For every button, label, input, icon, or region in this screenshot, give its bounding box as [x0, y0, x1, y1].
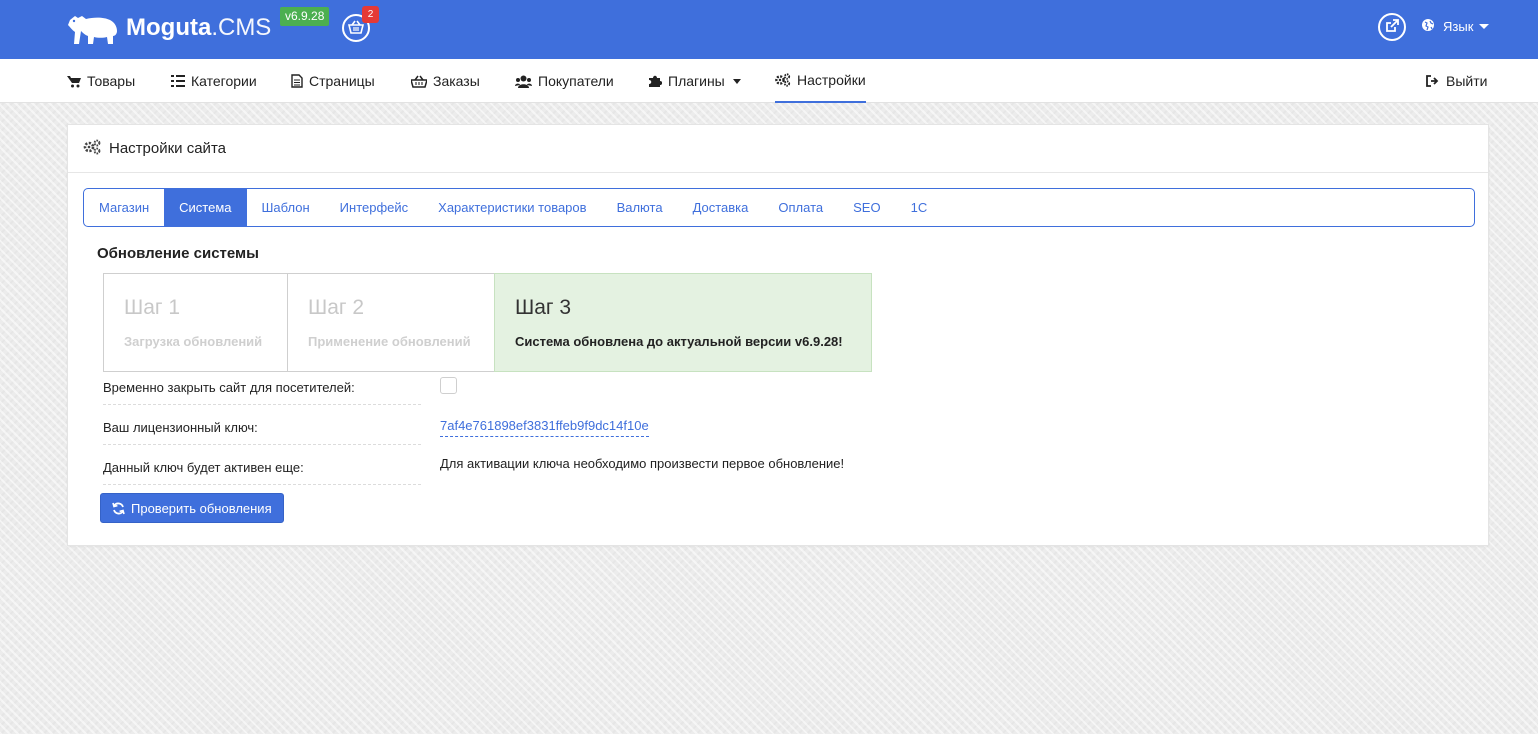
close-site-label: Временно закрыть сайт для посетителей: [103, 380, 355, 395]
tab-1c[interactable]: 1С [896, 189, 943, 226]
update-step-3: Шаг 3 Система обновлена до актуальной ве… [494, 273, 872, 372]
update-step-2: Шаг 2 Применение обновлений [287, 273, 495, 372]
version-badge: v6.9.28 [280, 7, 330, 26]
tab-interface[interactable]: Интерфейс [325, 189, 423, 226]
nav-label: Заказы [433, 73, 480, 89]
nav-item-settings[interactable]: Настройки [775, 59, 866, 103]
language-dropdown[interactable]: Язык [1421, 18, 1490, 35]
step-description: Применение обновлений [308, 334, 471, 349]
update-steps: Шаг 1 Загрузка обновлений Шаг 2 Применен… [103, 273, 872, 372]
nav-label: Страницы [309, 73, 375, 89]
tab-system[interactable]: Система [164, 189, 247, 226]
main-navigation: Товары Категории Страницы Заказы Покупат… [0, 59, 1538, 103]
logout-button[interactable]: Выйти [1426, 59, 1487, 103]
users-icon [515, 75, 532, 88]
key-active-label: Данный ключ будет активен еще: [103, 460, 304, 475]
external-link-icon [1385, 18, 1399, 36]
nav-label: Плагины [668, 73, 725, 89]
cart-count-badge: 2 [362, 6, 379, 23]
check-updates-button[interactable]: Проверить обновления [100, 493, 284, 523]
close-site-row: Временно закрыть сайт для посетителей: [103, 377, 421, 405]
top-bar: Moguta.CMS v6.9.28 2 Язык [0, 0, 1538, 59]
tab-currency[interactable]: Валюта [602, 189, 678, 226]
step-title: Шаг 2 [308, 296, 365, 319]
logout-label: Выйти [1446, 73, 1488, 89]
basket-icon [411, 75, 427, 88]
brand-logo[interactable]: Moguta.CMS [66, 10, 271, 46]
sign-out-icon [1426, 75, 1440, 87]
tab-payment[interactable]: Оплата [763, 189, 838, 226]
nav-item-products[interactable]: Товары [67, 59, 135, 103]
nav-label: Товары [87, 73, 136, 89]
system-update-heading: Обновление системы [97, 245, 259, 262]
nav-item-categories[interactable]: Категории [171, 59, 257, 103]
basket-icon [347, 20, 365, 37]
tab-shop[interactable]: Магазин [84, 189, 164, 226]
settings-tabs: Магазин Система Шаблон Интерфейс Характе… [83, 188, 1475, 227]
globe-icon [1421, 18, 1435, 35]
bear-logo-icon [66, 10, 120, 46]
site-settings-panel: Настройки сайта Магазин Система Шаблон И… [67, 124, 1489, 546]
nav-label: Категории [191, 73, 257, 89]
brand-name-bold: Moguta [126, 14, 212, 41]
license-key-value[interactable]: 7af4e761898ef3831ffeb9f9dc14f10e [440, 418, 649, 437]
step-description: Загрузка обновлений [124, 334, 263, 349]
nav-item-customers[interactable]: Покупатели [515, 59, 614, 103]
nav-item-plugins[interactable]: Плагины [648, 59, 741, 103]
tab-delivery[interactable]: Доставка [678, 189, 764, 226]
refresh-icon [112, 502, 125, 515]
gears-icon [83, 139, 101, 158]
cart-icon [67, 75, 81, 88]
close-site-checkbox[interactable] [440, 377, 457, 394]
nav-label: Покупатели [538, 73, 614, 89]
chevron-down-icon [1479, 24, 1490, 29]
activation-note: Для активации ключа необходимо произвест… [440, 456, 845, 471]
check-updates-label: Проверить обновления [131, 500, 272, 516]
step-title: Шаг 3 [515, 296, 572, 319]
chevron-down-icon [732, 78, 741, 84]
tab-seo[interactable]: SEO [838, 189, 895, 226]
license-key-row: Ваш лицензионный ключ: [103, 417, 421, 445]
nav-item-orders[interactable]: Заказы [411, 59, 480, 103]
language-label: Язык [1443, 19, 1474, 34]
key-active-row: Данный ключ будет активен еще: [103, 457, 421, 485]
puzzle-icon [648, 74, 662, 88]
open-site-button[interactable] [1378, 13, 1406, 41]
step-title: Шаг 1 [124, 296, 181, 319]
step-description: Система обновлена до актуальной версии v… [515, 334, 843, 349]
gears-icon [775, 73, 791, 87]
panel-title: Настройки сайта [109, 140, 226, 157]
panel-header: Настройки сайта [68, 125, 1488, 173]
license-key-label: Ваш лицензионный ключ: [103, 420, 258, 435]
file-icon [291, 74, 303, 88]
nav-item-pages[interactable]: Страницы [291, 59, 375, 103]
tab-product-properties[interactable]: Характеристики товаров [423, 189, 601, 226]
brand-name-thin: .CMS [211, 14, 272, 41]
list-icon [171, 75, 185, 87]
nav-label: Настройки [797, 72, 866, 88]
update-step-1: Шаг 1 Загрузка обновлений [103, 273, 288, 372]
tab-template[interactable]: Шаблон [247, 189, 325, 226]
